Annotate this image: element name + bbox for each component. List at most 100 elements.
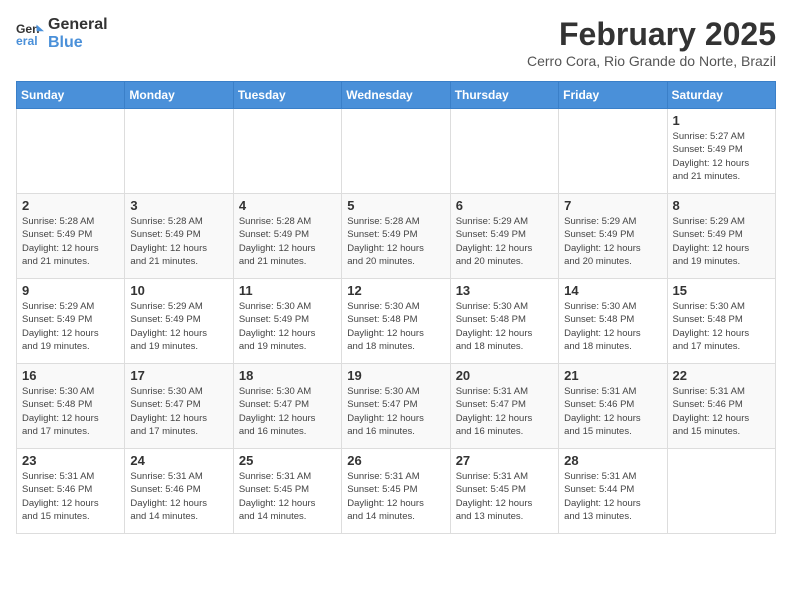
day-info: Sunrise: 5:28 AM Sunset: 5:49 PM Dayligh… (347, 215, 444, 268)
svg-text:eral: eral (16, 34, 38, 48)
day-number: 19 (347, 368, 444, 383)
page-header: Gen eral General Blue February 2025 Cerr… (16, 16, 776, 69)
day-number: 16 (22, 368, 119, 383)
calendar-week-row: 1 Sunrise: 5:27 AM Sunset: 5:49 PM Daylig… (17, 109, 776, 194)
day-info: Sunrise: 5:30 AM Sunset: 5:48 PM Dayligh… (456, 300, 553, 353)
day-number: 11 (239, 283, 336, 298)
calendar-day-cell (342, 109, 450, 194)
day-info: Sunrise: 5:29 AM Sunset: 5:49 PM Dayligh… (22, 300, 119, 353)
calendar-day-cell (450, 109, 558, 194)
calendar-day-cell: 12 Sunrise: 5:30 AM Sunset: 5:48 PM Dayli… (342, 279, 450, 364)
calendar-day-cell: 25 Sunrise: 5:31 AM Sunset: 5:45 PM Dayli… (233, 449, 341, 534)
calendar-week-row: 16 Sunrise: 5:30 AM Sunset: 5:48 PM Dayli… (17, 364, 776, 449)
calendar-day-cell: 24 Sunrise: 5:31 AM Sunset: 5:46 PM Dayli… (125, 449, 233, 534)
calendar-day-cell: 23Sunrise: 5:31 AM Sunset: 5:46 PM Dayli… (17, 449, 125, 534)
weekday-header: Thursday (450, 82, 558, 109)
calendar-day-cell: 13 Sunrise: 5:30 AM Sunset: 5:48 PM Dayli… (450, 279, 558, 364)
day-info: Sunrise: 5:31 AM Sunset: 5:47 PM Dayligh… (456, 385, 553, 438)
calendar-day-cell: 22 Sunrise: 5:31 AM Sunset: 5:46 PM Dayli… (667, 364, 775, 449)
day-number: 6 (456, 198, 553, 213)
day-number: 24 (130, 453, 227, 468)
day-number: 13 (456, 283, 553, 298)
day-info: Sunrise: 5:30 AM Sunset: 5:47 PM Dayligh… (239, 385, 336, 438)
day-info: Sunrise: 5:28 AM Sunset: 5:49 PM Dayligh… (22, 215, 119, 268)
calendar-day-cell (17, 109, 125, 194)
calendar-day-cell: 16 Sunrise: 5:30 AM Sunset: 5:48 PM Dayli… (17, 364, 125, 449)
day-number: 7 (564, 198, 661, 213)
day-info: Sunrise: 5:31 AM Sunset: 5:46 PM Dayligh… (564, 385, 661, 438)
calendar-week-row: 2 Sunrise: 5:28 AM Sunset: 5:49 PM Daylig… (17, 194, 776, 279)
day-info: Sunrise: 5:31 AM Sunset: 5:45 PM Dayligh… (239, 470, 336, 523)
logo: Gen eral General Blue (16, 16, 108, 52)
calendar-week-row: 9 Sunrise: 5:29 AM Sunset: 5:49 PM Daylig… (17, 279, 776, 364)
calendar-day-cell: 11Sunrise: 5:30 AM Sunset: 5:49 PM Dayli… (233, 279, 341, 364)
weekday-header: Friday (559, 82, 667, 109)
month-title: February 2025 (527, 16, 776, 53)
calendar-day-cell (233, 109, 341, 194)
day-number: 21 (564, 368, 661, 383)
day-info: Sunrise: 5:29 AM Sunset: 5:49 PM Dayligh… (456, 215, 553, 268)
calendar-day-cell: 20 Sunrise: 5:31 AM Sunset: 5:47 PM Dayli… (450, 364, 558, 449)
day-number: 17 (130, 368, 227, 383)
day-number: 4 (239, 198, 336, 213)
calendar-header: SundayMondayTuesdayWednesdayThursdayFrid… (17, 82, 776, 109)
day-info: Sunrise: 5:28 AM Sunset: 5:49 PM Dayligh… (130, 215, 227, 268)
calendar-day-cell: 28Sunrise: 5:31 AM Sunset: 5:44 PM Dayli… (559, 449, 667, 534)
weekday-header: Tuesday (233, 82, 341, 109)
calendar-day-cell: 14 Sunrise: 5:30 AM Sunset: 5:48 PM Dayli… (559, 279, 667, 364)
weekday-header: Saturday (667, 82, 775, 109)
calendar-day-cell (559, 109, 667, 194)
day-number: 18 (239, 368, 336, 383)
day-number: 14 (564, 283, 661, 298)
calendar-day-cell: 5Sunrise: 5:28 AM Sunset: 5:49 PM Daylig… (342, 194, 450, 279)
calendar-day-cell: 19 Sunrise: 5:30 AM Sunset: 5:47 PM Dayli… (342, 364, 450, 449)
day-info: Sunrise: 5:30 AM Sunset: 5:48 PM Dayligh… (22, 385, 119, 438)
day-number: 22 (673, 368, 770, 383)
weekday-header: Sunday (17, 82, 125, 109)
day-info: Sunrise: 5:31 AM Sunset: 5:46 PM Dayligh… (673, 385, 770, 438)
day-number: 3 (130, 198, 227, 213)
calendar-day-cell: 7 Sunrise: 5:29 AM Sunset: 5:49 PM Daylig… (559, 194, 667, 279)
calendar-table: SundayMondayTuesdayWednesdayThursdayFrid… (16, 81, 776, 534)
calendar-day-cell: 3 Sunrise: 5:28 AM Sunset: 5:49 PM Daylig… (125, 194, 233, 279)
day-number: 9 (22, 283, 119, 298)
day-info: Sunrise: 5:28 AM Sunset: 5:49 PM Dayligh… (239, 215, 336, 268)
day-number: 28 (564, 453, 661, 468)
weekday-header: Wednesday (342, 82, 450, 109)
day-info: Sunrise: 5:30 AM Sunset: 5:48 PM Dayligh… (564, 300, 661, 353)
day-number: 25 (239, 453, 336, 468)
day-info: Sunrise: 5:31 AM Sunset: 5:45 PM Dayligh… (347, 470, 444, 523)
day-info: Sunrise: 5:31 AM Sunset: 5:46 PM Dayligh… (130, 470, 227, 523)
logo-line1: General (48, 16, 108, 34)
day-number: 10 (130, 283, 227, 298)
calendar-day-cell: 6 Sunrise: 5:29 AM Sunset: 5:49 PM Daylig… (450, 194, 558, 279)
day-info: Sunrise: 5:30 AM Sunset: 5:48 PM Dayligh… (347, 300, 444, 353)
day-info: Sunrise: 5:29 AM Sunset: 5:49 PM Dayligh… (130, 300, 227, 353)
weekday-header: Monday (125, 82, 233, 109)
logo-line2: Blue (48, 34, 108, 52)
calendar-day-cell: 2 Sunrise: 5:28 AM Sunset: 5:49 PM Daylig… (17, 194, 125, 279)
calendar-day-cell (667, 449, 775, 534)
day-number: 2 (22, 198, 119, 213)
day-number: 27 (456, 453, 553, 468)
day-number: 8 (673, 198, 770, 213)
calendar-day-cell: 17Sunrise: 5:30 AM Sunset: 5:47 PM Dayli… (125, 364, 233, 449)
day-info: Sunrise: 5:30 AM Sunset: 5:47 PM Dayligh… (347, 385, 444, 438)
day-number: 12 (347, 283, 444, 298)
calendar-day-cell: 15Sunrise: 5:30 AM Sunset: 5:48 PM Dayli… (667, 279, 775, 364)
calendar-day-cell: 8 Sunrise: 5:29 AM Sunset: 5:49 PM Daylig… (667, 194, 775, 279)
calendar-day-cell: 1 Sunrise: 5:27 AM Sunset: 5:49 PM Daylig… (667, 109, 775, 194)
calendar-day-cell: 9 Sunrise: 5:29 AM Sunset: 5:49 PM Daylig… (17, 279, 125, 364)
day-info: Sunrise: 5:27 AM Sunset: 5:49 PM Dayligh… (673, 130, 770, 183)
title-block: February 2025 Cerro Cora, Rio Grande do … (527, 16, 776, 69)
day-info: Sunrise: 5:29 AM Sunset: 5:49 PM Dayligh… (564, 215, 661, 268)
calendar-week-row: 23Sunrise: 5:31 AM Sunset: 5:46 PM Dayli… (17, 449, 776, 534)
day-number: 1 (673, 113, 770, 128)
day-info: Sunrise: 5:31 AM Sunset: 5:46 PM Dayligh… (22, 470, 119, 523)
day-info: Sunrise: 5:29 AM Sunset: 5:49 PM Dayligh… (673, 215, 770, 268)
calendar-day-cell: 18 Sunrise: 5:30 AM Sunset: 5:47 PM Dayli… (233, 364, 341, 449)
calendar-day-cell: 26Sunrise: 5:31 AM Sunset: 5:45 PM Dayli… (342, 449, 450, 534)
calendar-day-cell: 4 Sunrise: 5:28 AM Sunset: 5:49 PM Daylig… (233, 194, 341, 279)
calendar-day-cell (125, 109, 233, 194)
day-number: 20 (456, 368, 553, 383)
